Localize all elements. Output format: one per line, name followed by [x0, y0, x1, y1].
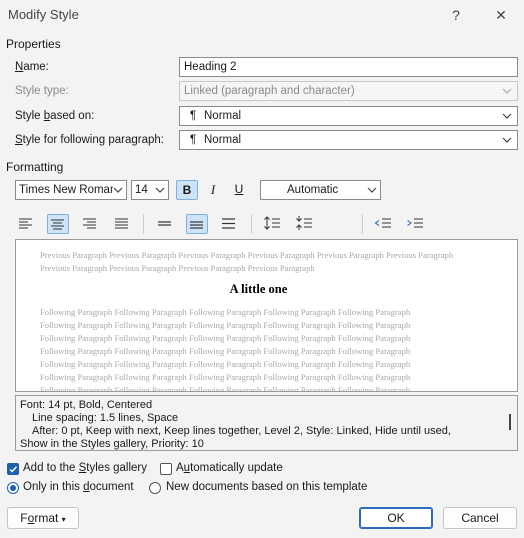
style-type-label: Style type: — [15, 85, 69, 97]
style-type-value: Linked (paragraph and character) — [184, 85, 355, 97]
new-documents-label: New documents based on this template — [166, 481, 368, 493]
align-center-icon[interactable] — [47, 214, 69, 234]
based-on-select[interactable]: ¶ Normal — [179, 106, 518, 126]
format-button-label: Format — [20, 511, 59, 525]
font-name-value: Times New Roman — [19, 184, 113, 196]
preview-following-paragraph: Following Paragraph Following Paragraph … — [40, 306, 480, 392]
single-spacing-icon[interactable] — [154, 214, 176, 234]
only-this-document-label: Only in this document — [23, 481, 134, 493]
italic-button[interactable]: I — [202, 180, 224, 200]
align-left-icon[interactable] — [15, 214, 37, 234]
preview-heading: A little one — [229, 282, 288, 296]
new-documents-radio[interactable] — [149, 482, 161, 494]
align-right-icon[interactable] — [79, 214, 101, 234]
style-description: Font: 14 pt, Bold, Centered Line spacing… — [15, 395, 518, 451]
help-icon[interactable]: ? — [445, 5, 467, 25]
add-to-gallery-label: Add to the Styles gallery — [23, 462, 148, 474]
description-line: Show in the Styles gallery, Priority: 10 — [20, 438, 204, 450]
description-line: Font: 14 pt, Bold, Centered — [20, 399, 153, 411]
chevron-down-icon[interactable] — [112, 183, 124, 197]
font-size-select[interactable]: 14 — [131, 180, 169, 200]
font-name-select[interactable]: Times New Roman — [15, 180, 127, 200]
pilcrow-icon: ¶ — [190, 134, 197, 146]
decrease-indent-icon[interactable] — [372, 214, 394, 234]
scrollbar-thumb[interactable] — [509, 414, 511, 430]
auto-update-label: Automatically update — [176, 462, 283, 474]
justify-icon[interactable] — [111, 214, 133, 234]
caret-down-icon: ▾ — [61, 515, 66, 524]
increase-spacing-icon[interactable] — [261, 214, 283, 234]
ok-button[interactable]: OK — [359, 507, 433, 529]
chevron-down-icon[interactable] — [154, 183, 166, 197]
following-select[interactable]: ¶ Normal — [179, 130, 518, 150]
bold-button[interactable]: B — [176, 180, 198, 200]
font-color-value: Automatic — [287, 184, 339, 196]
style-type-select: Linked (paragraph and character) — [179, 81, 518, 101]
cancel-button[interactable]: Cancel — [443, 507, 517, 529]
based-on-label: Style based on: — [15, 110, 95, 122]
preview-following-line: Following Paragraph Following Paragraph … — [40, 359, 411, 369]
preview-following-line: Following Paragraph Following Paragraph … — [40, 320, 411, 330]
name-input-value: Heading 2 — [184, 61, 237, 73]
preview-following-line: Following Paragraph Following Paragraph … — [40, 333, 411, 343]
font-color-select[interactable]: Automatic — [260, 180, 381, 200]
double-spacing-icon[interactable] — [218, 214, 240, 234]
preview-following-line: Following Paragraph Following Paragraph … — [40, 307, 411, 317]
preview-following-line: Following Paragraph Following Paragraph … — [40, 372, 411, 382]
close-icon[interactable]: ✕ — [490, 5, 512, 25]
chevron-down-icon[interactable] — [366, 183, 378, 197]
following-value: Normal — [204, 134, 242, 146]
name-label: Name: — [15, 61, 49, 73]
preview-following-line: Following Paragraph Following Paragraph … — [40, 385, 411, 392]
preview-previous-paragraph: Previous Paragraph Previous Paragraph Pr… — [40, 250, 454, 273]
dialog-title: Modify Style — [8, 7, 79, 22]
based-on-value: Normal — [204, 110, 242, 122]
add-to-gallery-checkbox[interactable] — [7, 463, 19, 475]
underline-button[interactable]: U — [228, 180, 250, 200]
auto-update-checkbox[interactable] — [160, 463, 172, 475]
name-input[interactable]: Heading 2 — [179, 57, 518, 77]
style-preview: Previous Paragraph Previous Paragraph Pr… — [15, 239, 518, 392]
format-button[interactable]: Format ▾ — [7, 507, 79, 529]
chevron-down-icon[interactable] — [501, 133, 513, 147]
description-line: Line spacing: 1.5 lines, Space — [32, 412, 179, 424]
toolbar-divider — [143, 214, 144, 234]
chevron-down-icon — [501, 84, 513, 98]
toolbar-divider — [251, 214, 252, 234]
pilcrow-icon: ¶ — [190, 110, 197, 122]
following-label: Style for following paragraph: — [15, 134, 164, 146]
formatting-section-label: Formatting — [6, 160, 64, 174]
one-half-spacing-icon[interactable] — [186, 214, 208, 234]
font-size-value: 14 — [135, 184, 148, 196]
properties-section-label: Properties — [6, 37, 61, 51]
only-this-document-radio[interactable] — [7, 482, 19, 494]
increase-indent-icon[interactable] — [404, 214, 426, 234]
description-line: After: 0 pt, Keep with next, Keep lines … — [32, 425, 451, 437]
preview-following-line: Following Paragraph Following Paragraph … — [40, 346, 411, 356]
toolbar-divider — [362, 214, 363, 234]
title-bar: Modify Style ? ✕ — [0, 0, 524, 30]
decrease-spacing-icon[interactable] — [293, 214, 315, 234]
chevron-down-icon[interactable] — [501, 109, 513, 123]
